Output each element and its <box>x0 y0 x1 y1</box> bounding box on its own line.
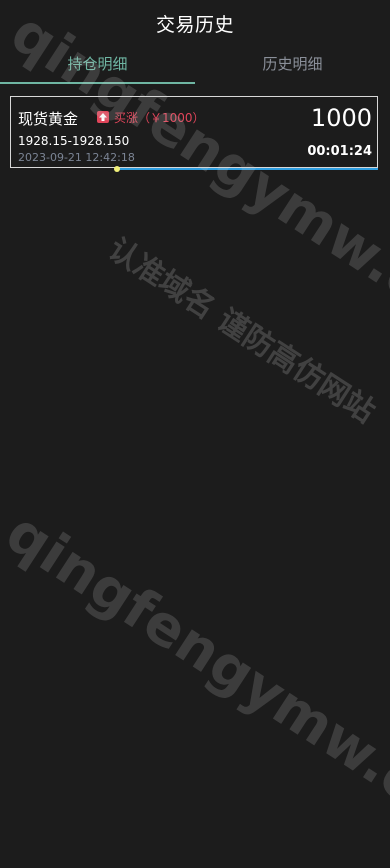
page-header: 交易历史 <box>0 0 390 46</box>
price-range: 1928.15-1928.150 <box>18 134 130 148</box>
tab-bar: 持仓明细 历史明细 <box>0 46 390 84</box>
countdown-timer: 00:01:24 <box>307 144 372 159</box>
tab-history[interactable]: 历史明细 <box>195 46 390 84</box>
tab-active-indicator <box>0 82 195 84</box>
countdown-progress <box>10 166 378 172</box>
progress-line <box>117 168 378 170</box>
watermark-slogan: 认准域名 谨防高仿网站 <box>101 231 382 431</box>
position-card[interactable]: 现货黄金 买涨（￥1000） 1928.15-1928.150 2023-09-… <box>10 96 378 168</box>
tab-holdings[interactable]: 持仓明细 <box>0 46 195 84</box>
open-time: 2023-09-21 12:42:18 <box>18 151 135 164</box>
position-amount: 1000 <box>310 104 372 132</box>
progress-dot <box>114 166 120 172</box>
product-name: 现货黄金 <box>18 110 79 128</box>
direction-label: 买涨（￥1000） <box>114 111 205 125</box>
watermark-site-lower: qingfengymw.com <box>0 500 390 868</box>
page-title: 交易历史 <box>155 13 234 36</box>
arrow-up-icon <box>97 111 109 123</box>
